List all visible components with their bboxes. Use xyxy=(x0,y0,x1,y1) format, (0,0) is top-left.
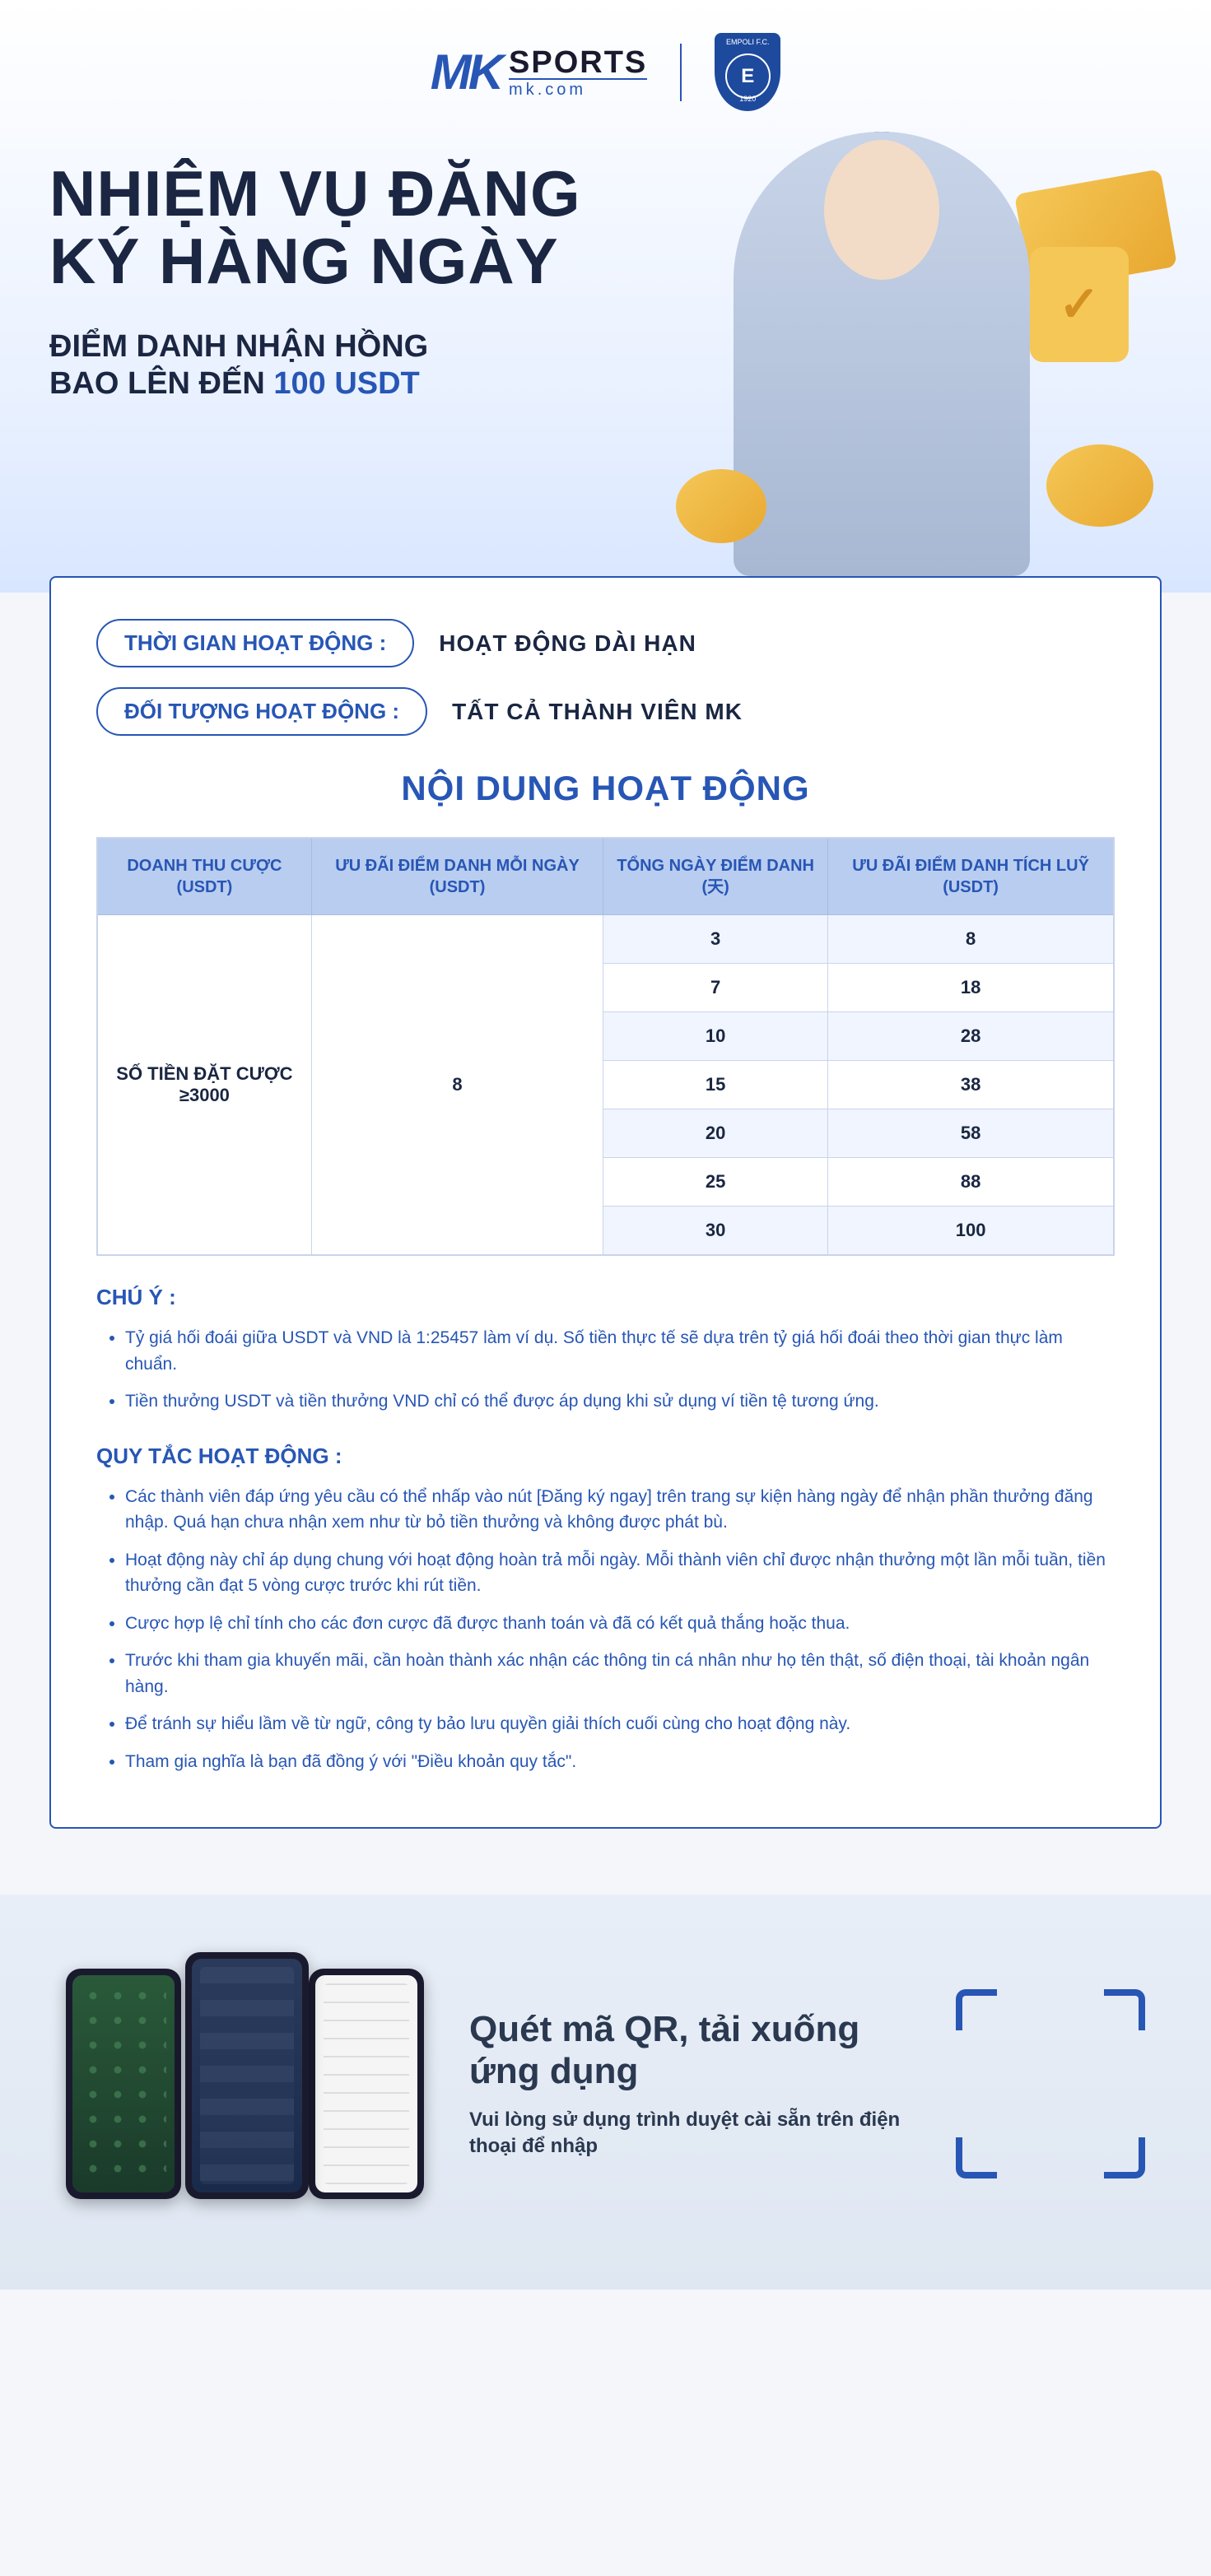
gold-coin-icon xyxy=(676,469,766,543)
cell-days: 20 xyxy=(603,1109,828,1158)
title-line-2: KÝ HÀNG NGÀY xyxy=(49,225,559,297)
info-row-time: THỜI GIAN HOẠT ĐỘNG : HOẠT ĐỘNG DÀI HẠN xyxy=(96,619,1115,667)
cell-days: 10 xyxy=(603,1012,828,1061)
list-item: Để tránh sự hiểu lầm về từ ngữ, công ty … xyxy=(125,1711,1115,1737)
mk-logo-mark: MK xyxy=(431,44,501,100)
th-accum: ƯU ĐÃI ĐIỂM DANH TÍCH LUỸ (USDT) xyxy=(828,838,1114,915)
cell-accum: 28 xyxy=(828,1012,1114,1061)
mk-logo-domain: mk.com xyxy=(509,78,647,98)
list-item: Các thành viên đáp ứng yêu cầu có thể nh… xyxy=(125,1484,1115,1536)
info-label-target: ĐỐI TƯỢNG HOẠT ĐỘNG : xyxy=(96,687,427,736)
info-row-target: ĐỐI TƯỢNG HOẠT ĐỘNG : TẤT CẢ THÀNH VIÊN … xyxy=(96,687,1115,736)
footer-title: Quét mã QR, tải xuống ứng dụng xyxy=(469,2009,906,2092)
notes-title: CHÚ Ý : xyxy=(96,1285,1115,1310)
sub-line-1: ĐIỂM DANH NHẬN HỒNG xyxy=(49,329,428,364)
qr-corner-icon xyxy=(1104,2137,1145,2178)
cell-days: 15 xyxy=(603,1061,828,1109)
headline: NHIỆM VỤ ĐĂNG KÝ HÀNG NGÀY ĐIỂM DANH NHẬ… xyxy=(49,160,1162,403)
cell-accum: 88 xyxy=(828,1158,1114,1207)
logo-row: MK SPORTS mk.com EMPOLI F.C. E 1920 xyxy=(49,33,1162,111)
reward-table: DOANH THU CƯỢC (USDT) ƯU ĐÃI ĐIỂM DANH M… xyxy=(96,837,1115,1256)
cell-daily-bonus: 8 xyxy=(311,915,603,1256)
list-item: Hoạt động này chỉ áp dụng chung với hoạt… xyxy=(125,1547,1115,1599)
qr-corner-icon xyxy=(956,2137,997,2178)
qr-corner-icon xyxy=(956,1989,997,2030)
phone-mockups xyxy=(66,1952,420,2216)
list-item: Tỷ giá hối đoái giữa USDT và VND là 1:25… xyxy=(125,1325,1115,1377)
cell-days: 7 xyxy=(603,964,828,1012)
phone-mockup-icon xyxy=(66,1969,181,2199)
gold-coin-icon xyxy=(1046,444,1153,527)
list-item: Trước khi tham gia khuyến mãi, cần hoàn … xyxy=(125,1648,1115,1700)
activity-panel: THỜI GIAN HOẠT ĐỘNG : HOẠT ĐỘNG DÀI HẠN … xyxy=(49,576,1162,1829)
mk-logo-sports: SPORTS xyxy=(509,47,647,78)
th-days: TỔNG NGÀY ĐIỂM DANH (天) xyxy=(603,838,828,915)
footer-download: Quét mã QR, tải xuống ứng dụng Vui lòng … xyxy=(0,1895,1211,2290)
qr-placeholder[interactable] xyxy=(956,1989,1145,2178)
sub-line-2-pre: BAO LÊN ĐẾN xyxy=(49,366,273,401)
cell-days: 30 xyxy=(603,1207,828,1256)
cell-accum: 8 xyxy=(828,915,1114,964)
list-item: Tiền thưởng USDT và tiền thưởng VND chỉ … xyxy=(125,1388,1115,1415)
phone-mockup-icon xyxy=(185,1952,309,2199)
rules-list: Các thành viên đáp ứng yêu cầu có thể nh… xyxy=(96,1484,1115,1775)
table-row: SỐ TIỀN ĐẶT CƯỢC ≥3000838 xyxy=(97,915,1114,964)
cell-accum: 38 xyxy=(828,1061,1114,1109)
logo-divider xyxy=(680,44,682,101)
subheadline: ĐIỂM DANH NHẬN HỒNG BAO LÊN ĐẾN 100 USDT xyxy=(49,328,1162,403)
list-item: Cược hợp lệ chỉ tính cho các đơn cược đã… xyxy=(125,1611,1115,1637)
th-daily: ƯU ĐÃI ĐIỂM DANH MỖI NGÀY (USDT) xyxy=(311,838,603,915)
list-item: Tham gia nghĩa là bạn đã đồng ý với "Điề… xyxy=(125,1749,1115,1775)
section-title: NỘI DUNG HOẠT ĐỘNG xyxy=(96,769,1115,808)
info-value-target: TẤT CẢ THÀNH VIÊN MK xyxy=(452,699,743,725)
empoli-badge: EMPOLI F.C. E 1920 xyxy=(715,33,780,111)
badge-letter: E xyxy=(725,53,771,99)
info-value-time: HOẠT ĐỘNG DÀI HẠN xyxy=(439,630,696,657)
th-bet: DOANH THU CƯỢC (USDT) xyxy=(97,838,311,915)
cell-accum: 18 xyxy=(828,964,1114,1012)
info-label-time: THỜI GIAN HOẠT ĐỘNG : xyxy=(96,619,414,667)
cell-bet-requirement: SỐ TIỀN ĐẶT CƯỢC ≥3000 xyxy=(97,915,311,1256)
qr-corner-icon xyxy=(1104,1989,1145,2030)
badge-top-text: EMPOLI F.C. xyxy=(726,38,770,46)
notes-list: Tỷ giá hối đoái giữa USDT và VND là 1:25… xyxy=(96,1325,1115,1415)
footer-subtitle: Vui lòng sử dụng trình duyệt cài sẵn trê… xyxy=(469,2107,906,2158)
title-line-1: NHIỆM VỤ ĐĂNG xyxy=(49,157,581,230)
sub-line-2-accent: 100 USDT xyxy=(273,366,419,401)
cell-days: 3 xyxy=(603,915,828,964)
mk-logo: MK SPORTS mk.com xyxy=(431,44,648,100)
badge-year: 1920 xyxy=(739,95,756,103)
phone-mockup-icon xyxy=(309,1969,424,2199)
cell-accum: 100 xyxy=(828,1207,1114,1256)
hero-banner: MK SPORTS mk.com EMPOLI F.C. E 1920 NHIỆ… xyxy=(0,0,1211,593)
cell-days: 25 xyxy=(603,1158,828,1207)
rules-title: QUY TẮC HOẠT ĐỘNG : xyxy=(96,1444,1115,1469)
cell-accum: 58 xyxy=(828,1109,1114,1158)
